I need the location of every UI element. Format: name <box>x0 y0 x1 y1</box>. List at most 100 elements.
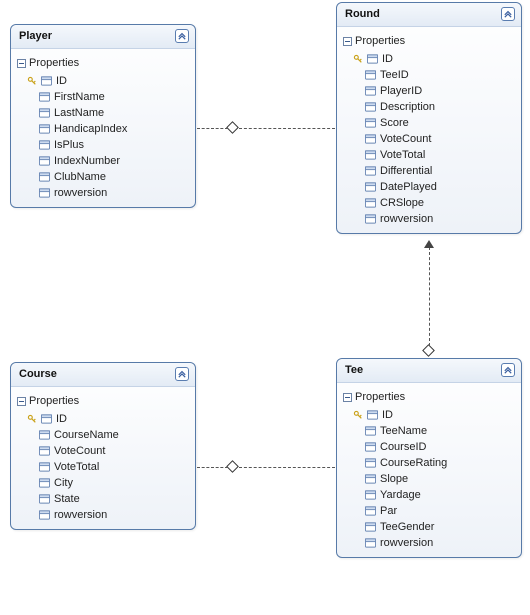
diamond-icon <box>422 344 435 357</box>
entity-header[interactable]: Tee <box>337 359 521 383</box>
property-name: LastName <box>54 106 104 120</box>
expand-toggle-icon[interactable] <box>17 59 26 68</box>
property-row[interactable]: CRSlope <box>341 195 517 211</box>
properties-group-header[interactable]: Properties <box>341 33 517 51</box>
property-row[interactable]: CourseRating <box>341 455 517 471</box>
property-icon <box>365 442 376 452</box>
expand-toggle-icon[interactable] <box>17 397 26 406</box>
entity-title: Tee <box>345 364 363 376</box>
property-name: CourseRating <box>380 456 447 470</box>
property-row[interactable]: State <box>15 491 191 507</box>
property-row[interactable]: Yardage <box>341 487 517 503</box>
property-name: VoteTotal <box>54 460 99 474</box>
entity-course[interactable]: Course Properties ID CourseName VoteCoun… <box>10 362 196 530</box>
property-name: TeeID <box>380 68 409 82</box>
properties-group-header[interactable]: Properties <box>341 389 517 407</box>
property-row[interactable]: VoteTotal <box>341 147 517 163</box>
property-row[interactable]: VoteCount <box>341 131 517 147</box>
property-row[interactable]: HandicapIndex <box>15 121 191 137</box>
entity-round[interactable]: Round Properties ID TeeID PlayerID Descr… <box>336 2 522 234</box>
properties-label: Properties <box>355 35 405 47</box>
entity-header[interactable]: Player <box>11 25 195 49</box>
property-icon <box>367 410 378 420</box>
property-icon <box>365 70 376 80</box>
property-row[interactable]: rowversion <box>341 535 517 551</box>
property-row[interactable]: rowversion <box>15 507 191 523</box>
property-name: CourseName <box>54 428 119 442</box>
entity-body: Properties ID FirstName LastName Handica… <box>11 49 195 207</box>
entity-header[interactable]: Round <box>337 3 521 27</box>
property-icon <box>39 108 50 118</box>
entity-player[interactable]: Player Properties ID FirstName LastName … <box>10 24 196 208</box>
collapse-icon[interactable] <box>175 29 189 43</box>
property-name: rowversion <box>380 212 433 226</box>
property-icon <box>365 182 376 192</box>
property-row[interactable]: VoteCount <box>15 443 191 459</box>
property-icon <box>365 102 376 112</box>
connector-line <box>239 467 335 468</box>
property-row[interactable]: PlayerID <box>341 83 517 99</box>
property-row[interactable]: Score <box>341 115 517 131</box>
properties-group-header[interactable]: Properties <box>15 393 191 411</box>
collapse-icon[interactable] <box>501 363 515 377</box>
entity-title: Round <box>345 8 380 20</box>
connector-line <box>239 128 335 129</box>
property-row[interactable]: TeeID <box>341 67 517 83</box>
property-row[interactable]: TeeGender <box>341 519 517 535</box>
property-row[interactable]: Differential <box>341 163 517 179</box>
properties-group-header[interactable]: Properties <box>15 55 191 73</box>
property-row[interactable]: VoteTotal <box>15 459 191 475</box>
property-icon <box>365 490 376 500</box>
property-name: Differential <box>380 164 432 178</box>
property-name: TeeGender <box>380 520 434 534</box>
property-icon <box>365 474 376 484</box>
property-row[interactable]: ClubName <box>15 169 191 185</box>
property-row[interactable]: IndexNumber <box>15 153 191 169</box>
property-icon <box>41 76 52 86</box>
property-row[interactable]: FirstName <box>15 89 191 105</box>
property-row[interactable]: TeeName <box>341 423 517 439</box>
collapse-icon[interactable] <box>175 367 189 381</box>
connector-line <box>429 247 430 346</box>
diamond-icon <box>226 460 239 473</box>
entity-tee[interactable]: Tee Properties ID TeeName CourseID Cours… <box>336 358 522 558</box>
property-row[interactable]: DatePlayed <box>341 179 517 195</box>
property-name: rowversion <box>54 508 107 522</box>
connector-line <box>197 128 228 129</box>
property-row[interactable]: rowversion <box>15 185 191 201</box>
property-name: DatePlayed <box>380 180 437 194</box>
property-row[interactable]: City <box>15 475 191 491</box>
property-name: rowversion <box>380 536 433 550</box>
property-row[interactable]: CourseName <box>15 427 191 443</box>
property-row[interactable]: CourseID <box>341 439 517 455</box>
expand-toggle-icon[interactable] <box>343 37 352 46</box>
property-row[interactable]: ID <box>15 73 191 89</box>
property-row[interactable]: LastName <box>15 105 191 121</box>
property-row[interactable]: ID <box>341 407 517 423</box>
property-icon <box>365 538 376 548</box>
property-icon <box>365 198 376 208</box>
property-row[interactable]: ID <box>341 51 517 67</box>
property-name: TeeName <box>380 424 427 438</box>
property-icon <box>365 150 376 160</box>
property-icon <box>39 478 50 488</box>
property-icon <box>365 426 376 436</box>
entity-header[interactable]: Course <box>11 363 195 387</box>
key-icon <box>353 54 363 64</box>
property-row[interactable]: Description <box>341 99 517 115</box>
properties-label: Properties <box>29 57 79 69</box>
property-row[interactable]: rowversion <box>341 211 517 227</box>
property-name: CRSlope <box>380 196 424 210</box>
collapse-icon[interactable] <box>501 7 515 21</box>
expand-toggle-icon[interactable] <box>343 393 352 402</box>
property-name: rowversion <box>54 186 107 200</box>
property-name: ID <box>56 412 67 426</box>
property-row[interactable]: IsPlus <box>15 137 191 153</box>
property-name: Slope <box>380 472 408 486</box>
property-row[interactable]: ID <box>15 411 191 427</box>
properties-label: Properties <box>355 391 405 403</box>
property-name: IndexNumber <box>54 154 120 168</box>
property-row[interactable]: Par <box>341 503 517 519</box>
property-icon <box>39 188 50 198</box>
property-row[interactable]: Slope <box>341 471 517 487</box>
